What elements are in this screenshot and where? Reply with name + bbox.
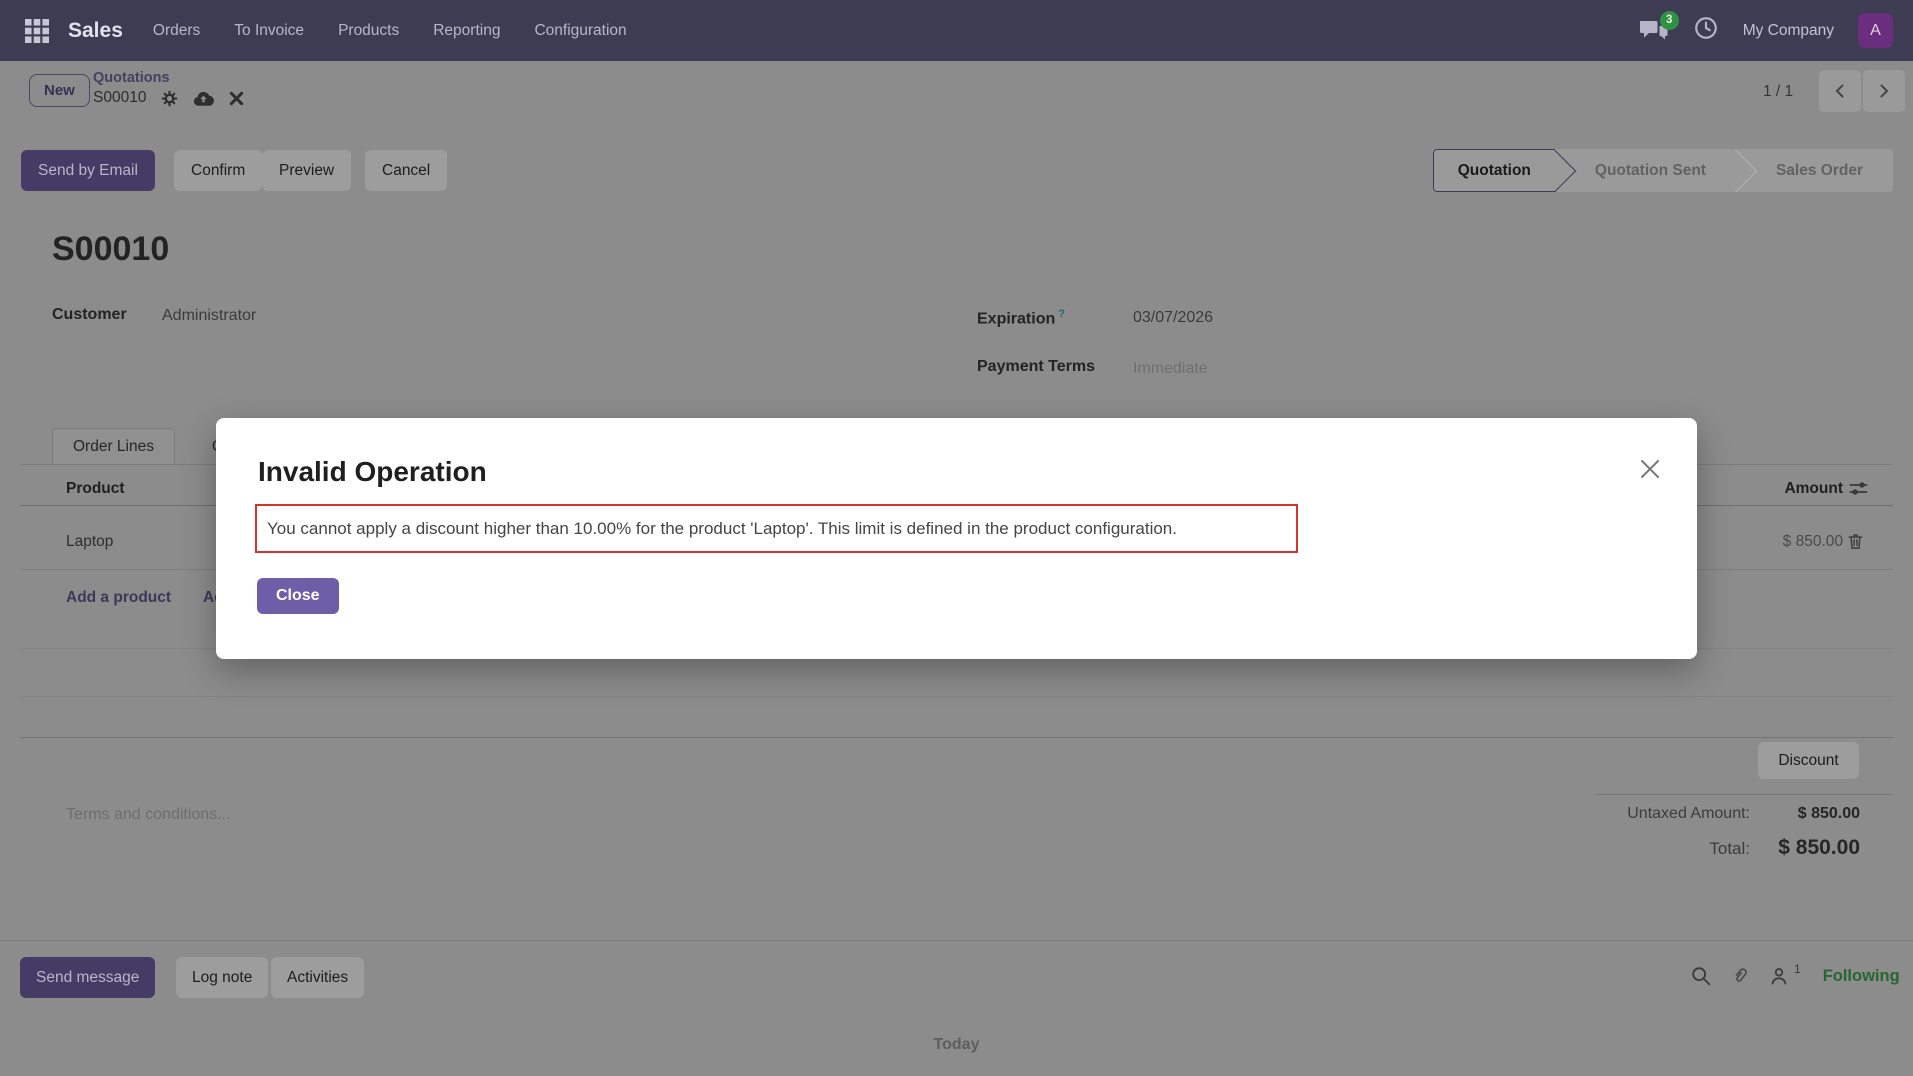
total-label: Total: xyxy=(1709,839,1750,859)
dialog-close-button[interactable]: Close xyxy=(257,578,339,614)
table-row-product-cell[interactable]: Laptop xyxy=(66,533,113,551)
user-avatar[interactable]: A xyxy=(1858,13,1893,48)
cancel-button[interactable]: Cancel xyxy=(365,150,447,191)
activities-button[interactable]: Activities xyxy=(271,957,364,998)
send-by-email-button[interactable]: Send by Email xyxy=(21,150,155,191)
messages-icon[interactable]: 3 xyxy=(1639,18,1669,44)
nav-item-to-invoice[interactable]: To Invoice xyxy=(234,22,304,40)
discard-x-icon[interactable] xyxy=(229,91,244,106)
help-icon: ? xyxy=(1058,308,1065,320)
dialog-close-x-icon[interactable] xyxy=(1639,458,1661,483)
untaxed-amount-row: Untaxed Amount: $ 850.00 xyxy=(1627,805,1860,823)
pager-count: 1 / 1 xyxy=(1763,83,1793,101)
activity-clock-icon[interactable] xyxy=(1693,15,1719,46)
breadcrumb-current: S00010 xyxy=(93,89,146,107)
search-messages-icon[interactable] xyxy=(1690,965,1712,987)
attachments-paperclip-icon[interactable] xyxy=(1729,965,1751,987)
followers-icon[interactable] xyxy=(1768,965,1790,987)
company-switcher[interactable]: My Company xyxy=(1743,22,1834,40)
message-count-badge: 3 xyxy=(1660,11,1679,30)
expiration-field[interactable]: 03/07/2026 xyxy=(1133,309,1213,327)
expiration-label: Expiration? xyxy=(977,308,1065,328)
preview-button[interactable]: Preview xyxy=(262,150,351,191)
dialog-title: Invalid Operation xyxy=(258,456,487,488)
save-cloud-icon[interactable] xyxy=(193,90,214,107)
untaxed-amount-label: Untaxed Amount: xyxy=(1627,805,1750,823)
nav-item-products[interactable]: Products xyxy=(338,22,399,40)
follower-count: 1 xyxy=(1794,962,1801,976)
nav-item-configuration[interactable]: Configuration xyxy=(534,22,626,40)
delete-row-trash-icon[interactable] xyxy=(1846,531,1865,551)
send-message-button[interactable]: Send message xyxy=(20,957,155,998)
stage-quotation-sent[interactable]: Quotation Sent xyxy=(1555,149,1736,192)
tab-order-lines[interactable]: Order Lines xyxy=(52,428,175,465)
following-button[interactable]: Following xyxy=(1823,967,1900,986)
top-navbar: Sales Orders To Invoice Products Reporti… xyxy=(0,0,1913,61)
apps-grid-icon[interactable] xyxy=(20,14,54,48)
record-title: S00010 xyxy=(52,230,169,269)
today-divider: Today xyxy=(934,1036,980,1054)
payment-terms-field[interactable]: Immediate xyxy=(1133,360,1208,378)
stage-sales-order[interactable]: Sales Order xyxy=(1736,149,1893,192)
statusbar: Quotation Quotation Sent Sales Order xyxy=(1433,149,1893,192)
total-value: $ 850.00 xyxy=(1750,836,1860,860)
pager-previous-button[interactable] xyxy=(1819,70,1861,112)
column-header-product: Product xyxy=(66,480,125,498)
optional-columns-icon[interactable] xyxy=(1848,478,1869,504)
stage-quotation[interactable]: Quotation xyxy=(1433,149,1555,192)
breadcrumb: Quotations S00010 xyxy=(93,70,244,107)
total-row: Total: $ 850.00 xyxy=(1709,836,1860,860)
discount-button[interactable]: Discount xyxy=(1758,742,1859,779)
breadcrumb-parent-link[interactable]: Quotations xyxy=(93,70,244,86)
add-a-product-link[interactable]: Add a product xyxy=(66,589,171,607)
error-message: You cannot apply a discount higher than … xyxy=(255,504,1298,553)
payment-terms-label: Payment Terms xyxy=(977,358,1095,376)
record-actions-gear-icon[interactable] xyxy=(161,90,178,107)
new-button[interactable]: New xyxy=(29,74,90,107)
pager-next-button[interactable] xyxy=(1863,70,1905,112)
column-header-amount: Amount xyxy=(1784,480,1843,498)
app-name[interactable]: Sales xyxy=(68,19,123,43)
terms-and-conditions-field[interactable]: Terms and conditions... xyxy=(66,806,231,824)
customer-label: Customer xyxy=(52,306,127,324)
untaxed-amount-value: $ 850.00 xyxy=(1750,805,1860,823)
table-row-amount-cell[interactable]: $ 850.00 xyxy=(1783,533,1843,551)
log-note-button[interactable]: Log note xyxy=(176,957,268,998)
nav-item-reporting[interactable]: Reporting xyxy=(433,22,500,40)
confirm-button[interactable]: Confirm xyxy=(174,150,262,191)
nav-item-orders[interactable]: Orders xyxy=(153,22,200,40)
customer-field[interactable]: Administrator xyxy=(162,307,256,325)
invalid-operation-dialog: Invalid Operation You cannot apply a dis… xyxy=(216,418,1697,659)
page: Sales Orders To Invoice Products Reporti… xyxy=(0,0,1913,1076)
